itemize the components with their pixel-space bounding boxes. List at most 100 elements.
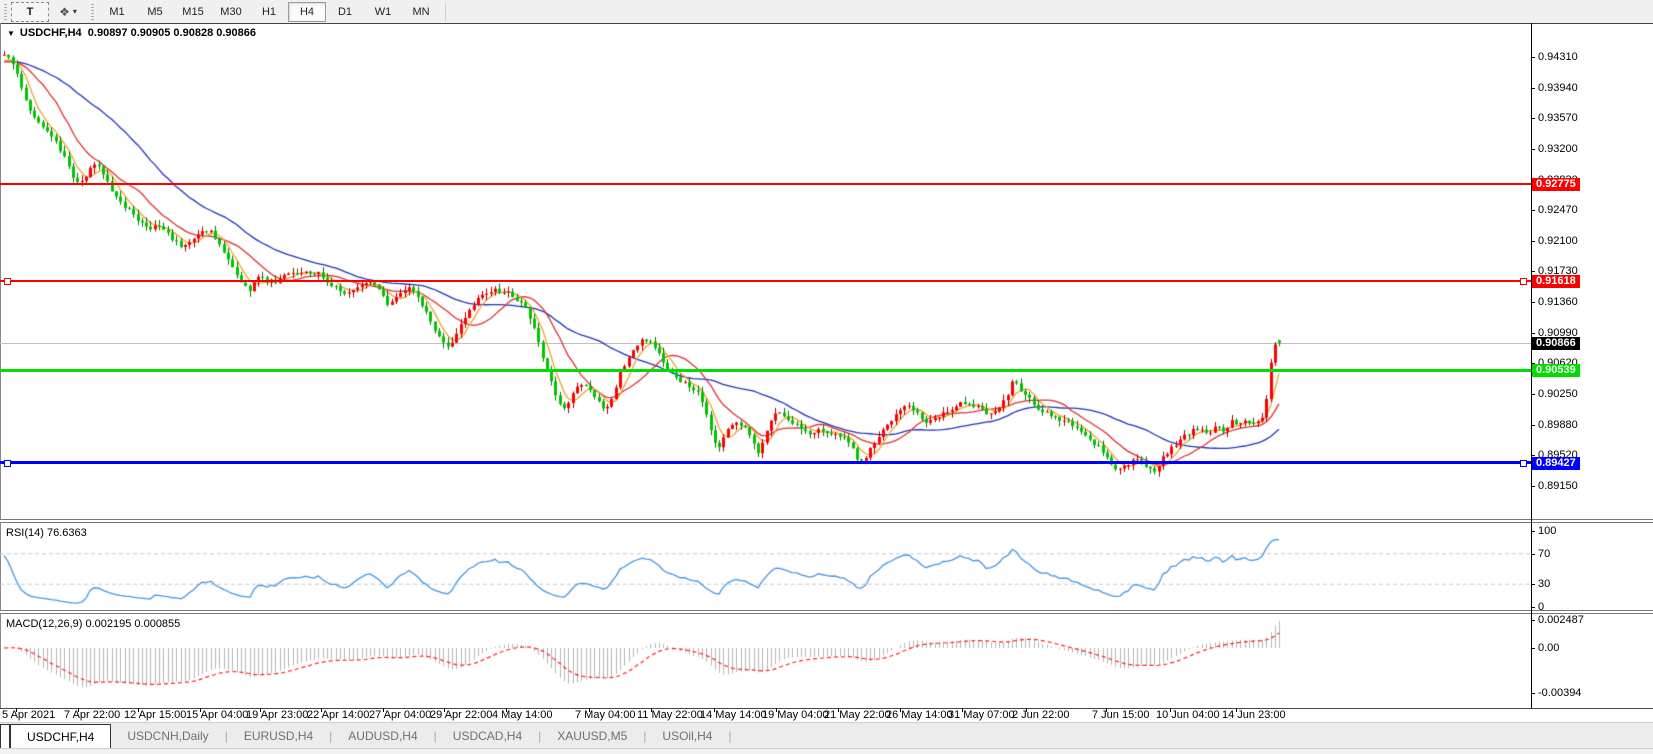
chart-tab-bar: USDCHF,H4USDCNH,Daily|EURUSD,H4|AUDUSD,H… (0, 722, 1653, 749)
price-tick-mark (1531, 486, 1535, 487)
time-tick-label: 2 Jun 22:00 (1012, 710, 1070, 721)
line-handle[interactable] (1520, 460, 1527, 467)
objects-list-button[interactable]: ❖ ▾ (49, 2, 87, 22)
trendline-0.90539[interactable] (0, 369, 1531, 372)
objects-icon: ❖ (59, 5, 70, 19)
price-tick-mark (1531, 57, 1535, 58)
trendline-0.92775[interactable] (0, 183, 1531, 185)
price-tick-label: 0.93200 (1538, 144, 1578, 155)
macd-tick-mark (1531, 648, 1535, 649)
timeframe-button-group: M1M5M15M30H1H4D1W1MN (98, 2, 440, 22)
chart-tab-usdcnh[interactable]: USDCNH,Daily (111, 723, 224, 749)
chart-tab-xauusd[interactable]: XAUUSD,M5 (541, 723, 643, 749)
chart-tab-eurusd[interactable]: EURUSD,H4 (228, 723, 329, 749)
chart-tab-usdchf[interactable]: USDCHF,H4 (10, 724, 111, 749)
price-tick-mark (1531, 241, 1535, 242)
rsi-indicator-label: RSI(14) 76.6363 (6, 527, 87, 539)
timeframe-button-m5[interactable]: M5 (136, 2, 174, 22)
chart-tab-audusd[interactable]: AUDUSD,H4 (332, 723, 433, 749)
macd-panel-separator[interactable] (0, 610, 1653, 614)
tab-stub[interactable] (0, 724, 10, 749)
current-price-badge: 0.90866 (1532, 337, 1580, 350)
rsi-tick-mark (1531, 584, 1535, 585)
price-tick-mark (1531, 149, 1535, 150)
price-tick-mark (1531, 88, 1535, 89)
price-tick-label: 0.93940 (1538, 83, 1578, 94)
macd-indicator-label: MACD(12,26,9) 0.002195 0.000855 (6, 618, 180, 630)
rsi-tick-mark (1531, 607, 1535, 608)
price-tick-label: 0.89150 (1538, 481, 1578, 492)
price-tick-mark (1531, 302, 1535, 303)
price-badge-0.90539: 0.90539 (1532, 364, 1580, 377)
time-tick-label: 5 Apr 2021 (2, 710, 55, 721)
price-tick-mark (1531, 333, 1535, 334)
time-tick-label: 11 May 22:00 (637, 710, 703, 721)
line-handle[interactable] (1520, 278, 1527, 285)
rsi-tick-label: 30 (1538, 579, 1550, 590)
toolbar: T ❖ ▾ M1M5M15M30H1H4D1W1MN (0, 0, 1653, 24)
time-tick-label: 21 May 22:00 (824, 710, 891, 721)
text-tool-button[interactable]: T (11, 2, 49, 22)
price-tick-label: 0.94310 (1538, 52, 1578, 63)
rsi-panel-separator[interactable] (0, 519, 1653, 523)
time-tick-label: 19 May 04:00 (762, 710, 829, 721)
timeframe-button-h4[interactable]: H4 (288, 2, 326, 22)
time-tick-label: 12 Apr 15:00 (124, 710, 186, 721)
tab-separator: | (728, 723, 731, 749)
price-tick-mark (1531, 394, 1535, 395)
price-tick-mark (1531, 210, 1535, 211)
line-handle[interactable] (4, 460, 11, 467)
price-badge-0.91618: 0.91618 (1532, 275, 1580, 288)
rsi-tick-label: 70 (1538, 549, 1550, 560)
time-tick-label: 14 May 14:00 (700, 710, 767, 721)
time-tick-label: 27 Apr 04:00 (369, 710, 431, 721)
status-strip (0, 748, 1653, 754)
chart-tab-usoil[interactable]: USOil,H4 (646, 723, 728, 749)
price-chart-canvas[interactable] (0, 23, 1531, 708)
time-tick-label: 29 Apr 22:00 (430, 710, 492, 721)
collapse-triangle-icon[interactable]: ▼ (7, 29, 15, 38)
macd-tick-label: 0.002487 (1538, 615, 1584, 626)
time-tick-label: 4 May 14:00 (492, 710, 553, 721)
timeframe-button-h1[interactable]: H1 (250, 2, 288, 22)
toolbar-grip (4, 4, 7, 20)
price-badge-0.89427: 0.89427 (1532, 457, 1580, 470)
price-tick-mark (1531, 271, 1535, 272)
time-tick-label: 7 Apr 22:00 (64, 710, 120, 721)
toolbar-separator (445, 3, 446, 21)
timeframe-button-w1[interactable]: W1 (364, 2, 402, 22)
price-tick-mark (1531, 425, 1535, 426)
time-tick-label: 31 May 07:00 (948, 710, 1015, 721)
time-tick-label: 19 Apr 23:00 (246, 710, 308, 721)
timeframe-button-m1[interactable]: M1 (98, 2, 136, 22)
price-badge-0.92775: 0.92775 (1532, 178, 1580, 191)
rsi-tick-mark (1531, 531, 1535, 532)
chevron-down-icon: ▾ (73, 7, 77, 16)
time-tick-label: 22 Apr 14:00 (307, 710, 369, 721)
time-tick-label: 14 Jun 23:00 (1222, 710, 1286, 721)
timeframe-button-m30[interactable]: M30 (212, 2, 250, 22)
timeframe-button-mn[interactable]: MN (402, 2, 440, 22)
line-handle[interactable] (4, 278, 11, 285)
macd-tick-label: -0.00394 (1538, 688, 1581, 699)
time-tick-label: 15 Apr 04:00 (186, 710, 248, 721)
price-tick-label: 0.91360 (1538, 297, 1578, 308)
chart-ohlc-values: 0.90897 0.90905 0.90828 0.90866 (88, 27, 256, 39)
macd-tick-mark (1531, 620, 1535, 621)
chart-title: ▼USDCHF,H4 0.90897 0.90905 0.90828 0.908… (7, 27, 256, 39)
chart-tab-usdcad[interactable]: USDCAD,H4 (437, 723, 538, 749)
rsi-tick-label: 0 (1538, 602, 1544, 613)
trendline-0.91618[interactable] (0, 280, 1531, 282)
rsi-tick-mark (1531, 554, 1535, 555)
timeframe-button-d1[interactable]: D1 (326, 2, 364, 22)
time-tick-label: 7 Jun 15:00 (1092, 710, 1150, 721)
macd-tick-label: 0.00 (1538, 643, 1559, 654)
trendline-0.89427[interactable] (0, 461, 1531, 464)
price-tick-mark (1531, 118, 1535, 119)
macd-tick-mark (1531, 693, 1535, 694)
price-tick-label: 0.92470 (1538, 205, 1578, 216)
price-tick-label: 0.92100 (1538, 236, 1578, 247)
timeframe-button-m15[interactable]: M15 (174, 2, 212, 22)
time-tick-label: 7 May 04:00 (575, 710, 636, 721)
terminal-window: T ❖ ▾ M1M5M15M30H1H4D1W1MN ▼USDCHF,H4 0.… (0, 0, 1653, 754)
